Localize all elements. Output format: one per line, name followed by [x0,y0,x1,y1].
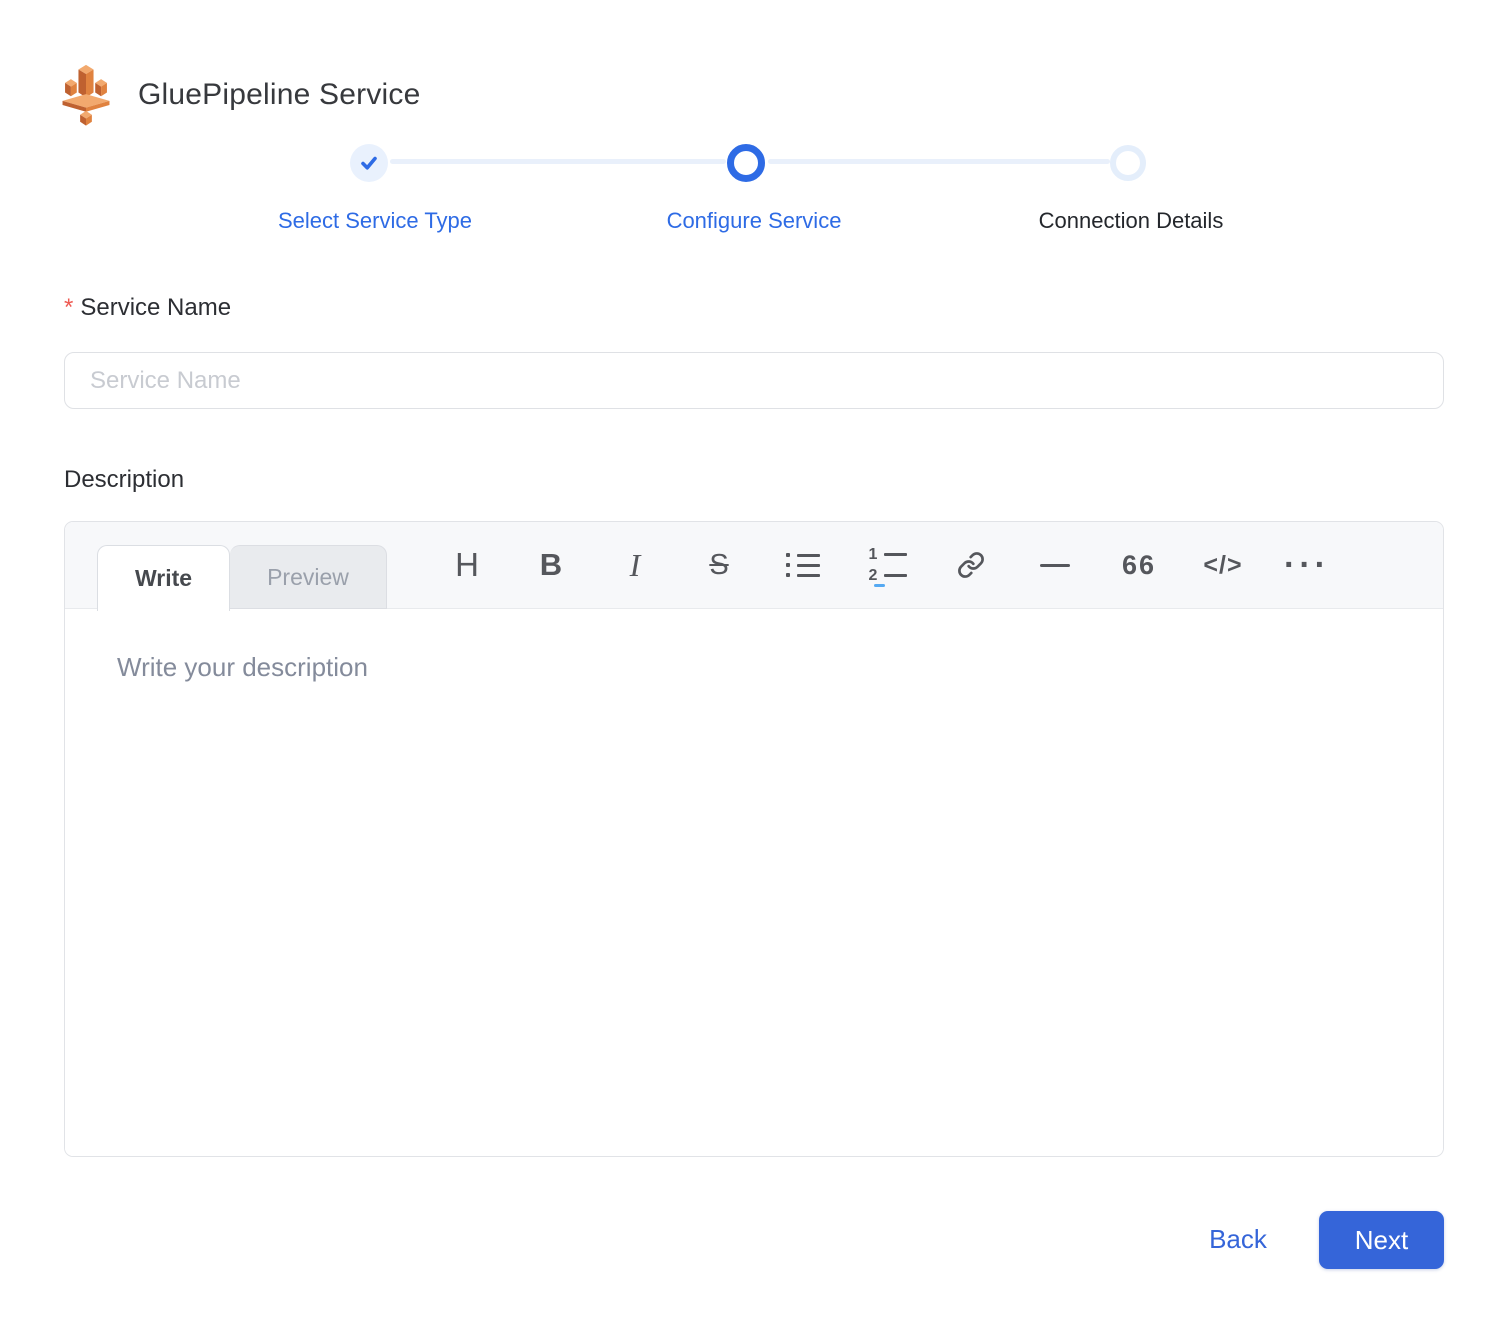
step-2-active-indicator[interactable] [727,144,765,182]
quote-icon: 66 [1122,550,1156,581]
description-editor: Write Preview H B I S [64,521,1444,1157]
page-title: GluePipeline Service [138,78,420,112]
description-placeholder: Write your description [117,652,368,683]
description-textarea[interactable]: Write your description [65,610,1443,1156]
toolbar-icon-group: H B I S [439,522,1335,608]
more-button[interactable]: ··· [1279,537,1335,593]
step-label-connection-details[interactable]: Connection Details [971,208,1291,234]
tab-write[interactable]: Write [97,545,230,611]
step-3-upcoming-indicator[interactable] [1110,145,1146,181]
link-icon [957,551,985,579]
next-button[interactable]: Next [1319,1211,1444,1269]
quote-button[interactable]: 66 [1111,537,1167,593]
check-icon [359,154,379,172]
heading-button[interactable]: H [439,537,495,593]
description-label: Description [64,466,184,494]
app-header: GluePipeline Service [60,64,420,126]
glue-pipeline-logo-icon [60,64,112,126]
tab-preview[interactable]: Preview [230,545,387,609]
bold-icon: B [540,547,562,583]
back-button[interactable]: Back [1198,1224,1278,1255]
bold-button[interactable]: B [523,537,579,593]
ordered-list-button[interactable]: 1 2 [859,537,915,593]
service-name-label: * Service Name [64,294,231,322]
service-name-input[interactable] [64,352,1444,409]
stepper-connector-1 [390,159,726,164]
step-label-configure-service[interactable]: Configure Service [594,208,914,234]
service-name-label-text: Service Name [80,294,231,321]
horizontal-rule-icon [1040,564,1070,567]
editor-tabs: Write Preview [97,545,387,611]
bullet-list-button[interactable] [775,537,831,593]
code-block-button[interactable]: </> [1195,537,1251,593]
ordered-list-icon: 1 2 [868,547,907,584]
link-button[interactable] [943,537,999,593]
strikethrough-button[interactable]: S [691,537,747,593]
code-block-icon: </> [1203,551,1242,580]
step-1-completed-indicator[interactable] [350,144,388,182]
required-asterisk: * [64,294,73,321]
ordered-list-indicator [874,584,885,587]
italic-icon: I [630,547,641,584]
page: GluePipeline Service Select Service Type… [0,0,1510,1334]
strikethrough-icon: S [709,549,728,582]
heading-icon: H [455,546,479,584]
more-icon: ··· [1284,546,1330,585]
step-label-select-service-type[interactable]: Select Service Type [215,208,535,234]
horizontal-rule-button[interactable] [1027,537,1083,593]
bullet-list-icon [786,553,820,577]
editor-toolbar: Write Preview H B I S [65,522,1443,609]
stepper-connector-2 [768,159,1110,164]
italic-button[interactable]: I [607,537,663,593]
